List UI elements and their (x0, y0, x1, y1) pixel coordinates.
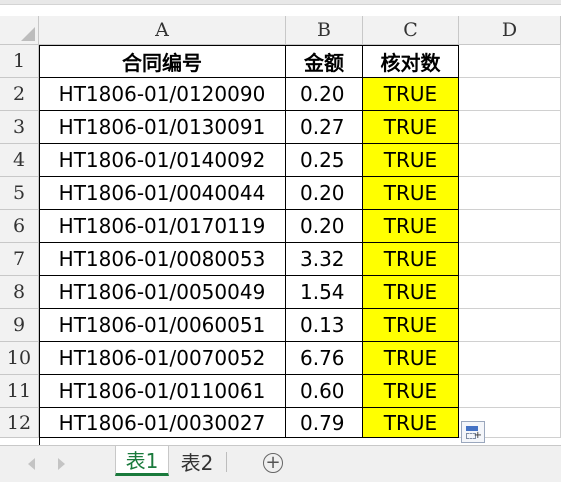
row-header-6[interactable]: 6 (0, 210, 39, 243)
cell-contract-no[interactable]: HT1806-01/0110061 (39, 375, 286, 408)
cell-empty-d[interactable] (459, 111, 561, 144)
cell-amount[interactable]: 0.79 (286, 408, 363, 438)
plus-circle-icon[interactable]: + (263, 453, 283, 473)
cell-contract-no[interactable]: HT1806-01/0140092 (39, 144, 286, 177)
cell-empty-d[interactable] (459, 276, 561, 309)
header-cell-check[interactable]: 核对数 (363, 45, 459, 78)
table-left-border (39, 45, 40, 445)
row-header-5[interactable]: 5 (0, 177, 39, 210)
cell-contract-no[interactable]: HT1806-01/0120090 (39, 78, 286, 111)
cell-empty-d[interactable] (459, 375, 561, 408)
cell-amount[interactable]: 6.76 (286, 342, 363, 375)
cell-empty-d[interactable] (459, 342, 561, 375)
cell-check[interactable]: TRUE (363, 408, 459, 438)
select-all-triangle-icon (21, 27, 35, 41)
cell-empty-d[interactable] (459, 144, 561, 177)
cell-amount[interactable]: 3.32 (286, 243, 363, 276)
cell-contract-no[interactable]: HT1806-01/0070052 (39, 342, 286, 375)
row-header-10[interactable]: 10 (0, 342, 39, 375)
column-header-d[interactable]: D (459, 16, 561, 45)
previous-sheet-icon[interactable] (28, 458, 35, 470)
row-header-9[interactable]: 9 (0, 309, 39, 342)
cell-contract-no[interactable]: HT1806-01/0170119 (39, 210, 286, 243)
cell-empty-d[interactable] (459, 309, 561, 342)
tab-divider (226, 452, 227, 472)
cell-amount[interactable]: 0.20 (286, 78, 363, 111)
column-header-b[interactable]: B (286, 16, 363, 45)
cell-check[interactable]: TRUE (363, 309, 459, 342)
cell-amount[interactable]: 0.27 (286, 111, 363, 144)
select-all-corner[interactable] (0, 16, 39, 45)
cell-check[interactable]: TRUE (363, 342, 459, 375)
row-header-1[interactable]: 1 (0, 45, 39, 78)
cell-check[interactable]: TRUE (363, 243, 459, 276)
cell-contract-no[interactable]: HT1806-01/0080053 (39, 243, 286, 276)
cell-check[interactable]: TRUE (363, 276, 459, 309)
sheet-tab-1[interactable]: 表1 (115, 446, 169, 476)
column-header-c[interactable]: C (363, 16, 459, 45)
cell-check[interactable]: TRUE (363, 177, 459, 210)
cell-check[interactable]: TRUE (363, 144, 459, 177)
column-header-a[interactable]: A (39, 16, 286, 45)
table-top-border (39, 45, 459, 46)
row-header-12[interactable]: 12 (0, 408, 39, 438)
next-sheet-icon[interactable] (58, 458, 65, 470)
cell-check[interactable]: TRUE (363, 78, 459, 111)
cell-check[interactable]: TRUE (363, 210, 459, 243)
row-header-11[interactable]: 11 (0, 375, 39, 408)
row-header-8[interactable]: 8 (0, 276, 39, 309)
cell-amount[interactable]: 0.60 (286, 375, 363, 408)
cell-empty-d[interactable] (459, 243, 561, 276)
cell-contract-no[interactable]: HT1806-01/0130091 (39, 111, 286, 144)
header-cell-amount[interactable]: 金额 (286, 45, 363, 78)
cell-contract-no[interactable]: HT1806-01/0060051 (39, 309, 286, 342)
cell-amount[interactable]: 0.25 (286, 144, 363, 177)
cell-empty-d[interactable] (459, 210, 561, 243)
cell-contract-no[interactable]: HT1806-01/0040044 (39, 177, 286, 210)
spreadsheet-grid: A B C D 1 2 3 4 5 6 7 8 9 10 11 12 合同编号 金额 核对数 HT1806-… (0, 0, 561, 445)
cell-check[interactable]: TRUE (363, 111, 459, 144)
row-header-7[interactable]: 7 (0, 243, 39, 276)
cell-amount[interactable]: 1.54 (286, 276, 363, 309)
sheet-tab-bar: 表1 表2 + (0, 445, 561, 482)
cell-empty-d[interactable] (459, 45, 561, 78)
cell-amount[interactable]: 0.20 (286, 177, 363, 210)
cell-amount[interactable]: 0.20 (286, 210, 363, 243)
sheet-tab-2[interactable]: 表2 (170, 446, 224, 476)
cell-check[interactable]: TRUE (363, 375, 459, 408)
toolbar-edge (0, 0, 561, 5)
cell-empty-d[interactable] (459, 177, 561, 210)
paste-options-icon[interactable]: + (461, 421, 485, 443)
cell-contract-no[interactable]: HT1806-01/0050049 (39, 276, 286, 309)
cell-amount[interactable]: 0.13 (286, 309, 363, 342)
header-cell-contract-no[interactable]: 合同编号 (39, 45, 286, 78)
row-header-3[interactable]: 3 (0, 111, 39, 144)
cell-empty-d[interactable] (459, 78, 561, 111)
cell-contract-no[interactable]: HT1806-01/0030027 (39, 408, 286, 438)
row-header-4[interactable]: 4 (0, 144, 39, 177)
row-header-2[interactable]: 2 (0, 78, 39, 111)
